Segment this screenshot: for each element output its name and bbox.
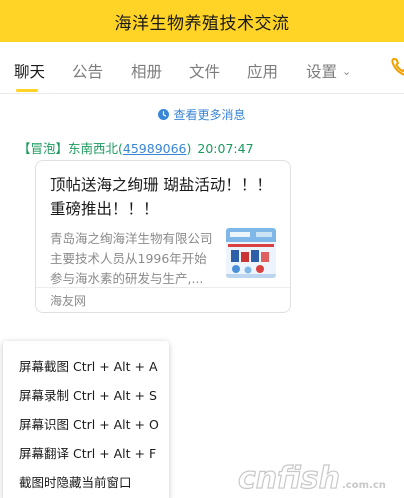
window-title: 海洋生物养殖技术交流 <box>114 13 290 34</box>
sender-name: 【冒泡】东南西北( <box>18 141 123 156</box>
message-time: 20:07:47 <box>197 141 254 156</box>
message-sender: 【冒泡】东南西北(45989066) 20:07:47 <box>18 138 254 157</box>
tab-files[interactable]: 文件 <box>189 60 220 82</box>
tab-chat[interactable]: 聊天 <box>14 60 45 82</box>
tab-settings-label: 设置 <box>306 63 338 81</box>
phone-icon[interactable] <box>390 56 404 78</box>
view-more-messages-label: 查看更多消息 <box>173 107 246 122</box>
title-bar: 海洋生物养殖技术交流 <box>0 0 404 42</box>
sender-qq-link[interactable]: 45989066 <box>123 141 187 156</box>
context-menu: 屏幕截图 Ctrl + Alt + A 屏幕录制 Ctrl + Alt + S … <box>3 341 169 498</box>
sender-name-suffix: ) <box>186 141 192 156</box>
tab-apps[interactable]: 应用 <box>247 60 278 82</box>
tab-bar: 聊天 公告 相册 文件 应用 设置 ⌄ <box>0 42 404 94</box>
menu-item-screen-record[interactable]: 屏幕录制 Ctrl + Alt + S <box>19 385 157 404</box>
menu-item-screenshot[interactable]: 屏幕截图 Ctrl + Alt + A <box>19 356 158 375</box>
card-title: 顶帖送海之绚珊 瑚盐活动！！！ 重磅推出！！！ <box>50 176 272 218</box>
menu-item-screen-translate[interactable]: 屏幕翻译 Ctrl + Alt + F <box>19 443 156 462</box>
tab-settings[interactable]: 设置 ⌄ <box>306 60 351 82</box>
card-source: 海友网 <box>50 294 87 308</box>
clock-icon <box>158 108 170 120</box>
site-watermark: cnfish .com.cn <box>237 460 386 494</box>
watermark-text: cnfish <box>238 461 340 494</box>
menu-item-screen-ocr[interactable]: 屏幕识图 Ctrl + Alt + O <box>19 414 159 433</box>
card-description: 青岛海之绚海洋生物有限公司主要技术人员从1996年开始参与海水素的研发与生产,.… <box>50 231 213 286</box>
watermark-domain: .com.cn <box>342 480 386 491</box>
tab-album[interactable]: 相册 <box>131 60 162 82</box>
card-thumbnail <box>226 228 276 278</box>
share-card[interactable]: 顶帖送海之绚珊 瑚盐活动！！！ 重磅推出！！！ 青岛海之绚海洋生物有限公司主要技… <box>35 160 291 313</box>
menu-item-hide-window[interactable]: 截图时隐藏当前窗口 <box>19 472 132 491</box>
chevron-down-icon: ⌄ <box>342 65 352 78</box>
card-divider <box>36 287 290 288</box>
tab-announcements[interactable]: 公告 <box>72 60 103 82</box>
view-more-messages-link[interactable]: 查看更多消息 <box>0 106 404 122</box>
active-tab-indicator <box>16 89 38 92</box>
